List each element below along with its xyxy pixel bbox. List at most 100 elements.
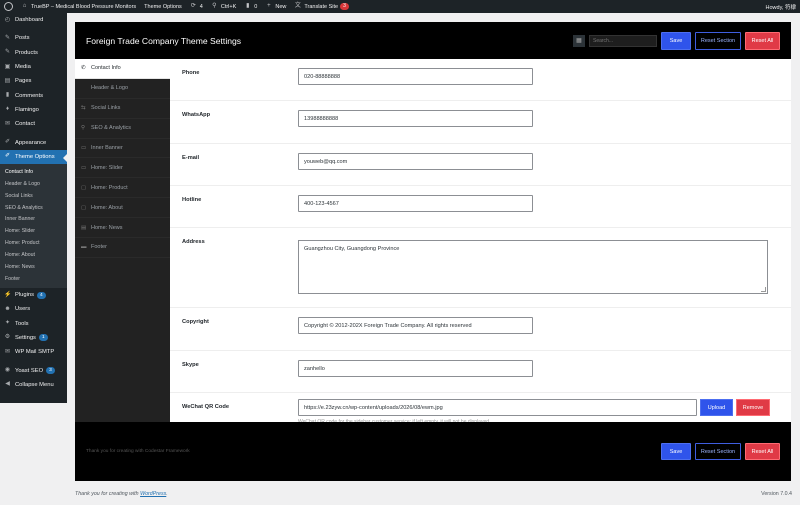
panel-header: Foreign Trade Company Theme Settings ▦ S… (75, 22, 791, 59)
page-title: Foreign Trade Company Theme Settings (86, 35, 242, 46)
menu-comments[interactable]: ▮ Comments (0, 88, 67, 102)
wechat-qr-url-input[interactable]: https://e.23zyw.cn/wp-content/uploads/20… (298, 399, 697, 416)
nav-seo-analytics[interactable]: ⚲ SEO & Analytics (75, 119, 170, 139)
command-palette-link[interactable]: ⚲ Ctrl+K (207, 0, 240, 13)
framework-credit: Thank you for creating with Codestar Fra… (86, 449, 190, 454)
collapse-menu-button[interactable]: ◀ Collapse Menu (0, 378, 67, 392)
menu-products[interactable]: ✎ Products (0, 46, 67, 60)
options-search-input[interactable] (589, 34, 657, 47)
menu-pages[interactable]: ▤ Pages (0, 74, 67, 88)
mail-icon: ✉ (4, 120, 11, 127)
whatsapp-input[interactable]: 13988888888 (298, 110, 533, 127)
admin-menu: ◴ Dashboard ✎ Posts ✎ Products ▣ Media ▤ Page… (0, 13, 67, 403)
nav-inner-banner[interactable]: ▭ Inner Banner (75, 139, 170, 159)
search-icon: ⚲ (81, 125, 86, 132)
share-icon: ⇆ (81, 105, 86, 112)
wrench-icon: ✦ (4, 320, 11, 327)
menu-posts[interactable]: ✎ Posts (0, 31, 67, 45)
menu-flamingo[interactable]: ♦ Flamingo (0, 103, 67, 117)
theme-options-panel: Foreign Trade Company Theme Settings ▦ S… (75, 22, 791, 481)
field-label: Phone (182, 70, 200, 76)
menu-appearance[interactable]: ✐ Appearance (0, 135, 67, 149)
phone-input[interactable]: 020-88888888 (298, 68, 533, 85)
nav-contact-info[interactable]: ✆ Contact Info (75, 59, 170, 79)
mail-icon: ✉ (4, 348, 11, 355)
site-name-link[interactable]: ⌂ TrueBP – Medical Blood Pressure Monitor… (17, 0, 140, 13)
translate-badge: 3 (340, 3, 349, 10)
submenu-item[interactable]: Footer (0, 273, 67, 285)
nav-footer[interactable]: ▬ Footer (75, 238, 170, 258)
expand-all-button[interactable]: ▦ (573, 34, 585, 47)
reset-all-button[interactable]: Reset All (745, 31, 780, 50)
nav-home-slider[interactable]: ▭ Home: Slider (75, 158, 170, 179)
flamingo-icon: ♦ (5, 106, 10, 113)
nav-home-news[interactable]: ▤ Home: News (75, 218, 170, 239)
wp-version: Version 7.0.4 (761, 491, 792, 497)
menu-contact[interactable]: ✉ Contact (0, 117, 67, 131)
submenu-item[interactable]: Home: About (0, 249, 67, 261)
submenu-item[interactable]: Social Links (0, 190, 67, 202)
reset-section-button[interactable]: Reset Section (695, 31, 741, 50)
wordpress-logo-menu[interactable] (0, 0, 17, 13)
reset-section-button[interactable]: Reset Section (695, 443, 741, 460)
field-label: Copyright (182, 319, 209, 325)
submenu-item[interactable]: Header & Logo (0, 178, 67, 190)
panel-footer: Thank you for creating with Codestar Fra… (75, 422, 791, 481)
section-nav: ✆ Contact Info Header & Logo ⇆ Social Link… (75, 59, 170, 422)
updates-link[interactable]: ⟳ 4 (186, 0, 207, 13)
submenu-item[interactable]: Home: News (0, 261, 67, 273)
submenu-item[interactable]: Home: Slider (0, 225, 67, 237)
paintbrush-icon: ✐ (4, 153, 11, 160)
box-icon: ▢ (81, 184, 87, 191)
admin-bar: ⌂ TrueBP – Medical Blood Pressure Monitor… (0, 0, 800, 13)
comments-link[interactable]: ▮ 0 (240, 0, 261, 13)
email-input[interactable]: youweb@qq.com (298, 153, 533, 170)
users-icon: ☻ (4, 305, 11, 312)
footer-icon: ▬ (81, 244, 87, 251)
field-label: Hotline (182, 197, 202, 203)
menu-yoast-seo[interactable]: ◉ Yoast SEO 3 (0, 363, 67, 377)
account-menu[interactable]: Howdy, 符棣 (762, 0, 800, 13)
menu-users[interactable]: ☻ Users (0, 302, 67, 316)
nav-social-links[interactable]: ⇆ Social Links (75, 99, 170, 119)
search-icon: ⚲ (212, 3, 217, 9)
hotline-input[interactable]: 400-123-4567 (298, 195, 533, 212)
contact-info-fields: Phone 020-88888888 WhatsApp 13988888888 … (170, 59, 791, 425)
submenu-item[interactable]: SEO & Analytics (0, 202, 67, 214)
theme-options-link[interactable]: Theme Options (140, 0, 186, 13)
submenu-item[interactable]: Home: Product (0, 237, 67, 249)
new-content-link[interactable]: + New (261, 0, 290, 13)
remove-button[interactable]: Remove (736, 399, 770, 416)
slider-icon: ▭ (81, 164, 87, 171)
wordpress-link[interactable]: WordPress (140, 491, 166, 497)
menu-media[interactable]: ▣ Media (0, 60, 67, 74)
dashboard-icon: ◴ (4, 16, 11, 23)
skype-input[interactable]: zanhello (298, 360, 533, 377)
upload-button[interactable]: Upload (700, 399, 733, 416)
menu-theme-options[interactable]: ✐ Theme Options (0, 149, 67, 164)
submenu-item[interactable]: Contact Info (0, 166, 67, 178)
translate-site-link[interactable]: 文 Translate Site 3 (290, 0, 353, 13)
copyright-input[interactable]: Copyright © 2012-202X Foreign Trade Comp… (298, 317, 533, 334)
comment-icon: ▮ (246, 3, 250, 9)
nav-home-product[interactable]: ▢ Home: Product (75, 178, 170, 199)
menu-wp-mail-smtp[interactable]: ✉ WP Mail SMTP (0, 345, 67, 359)
address-textarea[interactable]: Guangzhou City, Guangdong Province (298, 240, 768, 294)
nav-home-about[interactable]: ▢ Home: About (75, 198, 170, 219)
wp-footer: Thank you for creating with WordPress. V… (75, 491, 792, 497)
comment-icon: ▮ (5, 92, 10, 99)
save-button[interactable]: Save (661, 443, 691, 460)
menu-settings[interactable]: ⚙ Settings 1 (0, 331, 67, 345)
settings-icon: ⚙ (4, 334, 11, 341)
paintbrush-icon: ✐ (4, 139, 11, 146)
menu-tools[interactable]: ✦ Tools (0, 316, 67, 330)
plus-icon: + (267, 3, 271, 9)
menu-dashboard[interactable]: ◴ Dashboard (0, 13, 67, 27)
reset-all-button[interactable]: Reset All (745, 443, 780, 460)
field-skype: Skype zanhello (170, 351, 791, 393)
menu-plugins[interactable]: ⚡ Plugins 4 (0, 288, 67, 302)
nav-header-logo[interactable]: Header & Logo (75, 79, 170, 99)
wordpress-logo-icon (4, 2, 13, 11)
submenu-item[interactable]: Inner Banner (0, 214, 67, 226)
save-button[interactable]: Save (661, 31, 691, 50)
